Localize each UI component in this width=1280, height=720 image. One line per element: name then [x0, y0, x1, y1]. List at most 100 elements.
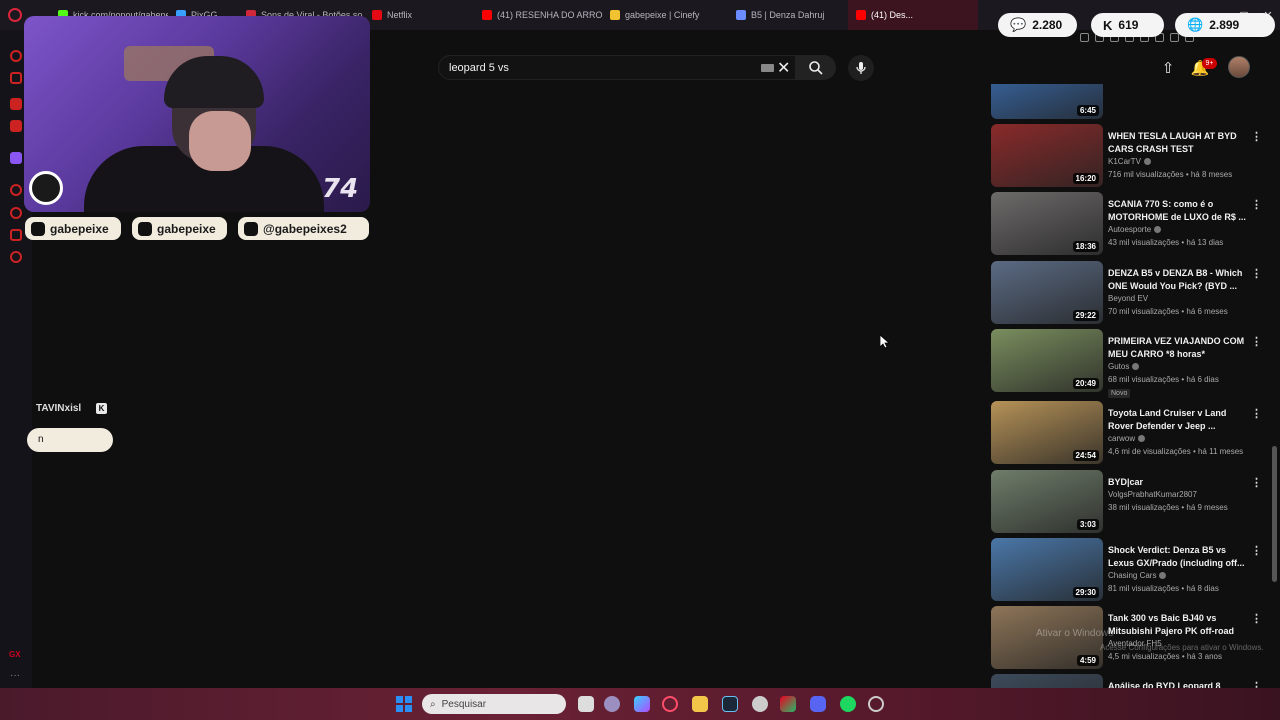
counter-value: 2.280: [1032, 18, 1063, 32]
folder-icon[interactable]: [692, 696, 708, 712]
file-explorer-icon[interactable]: [578, 696, 594, 712]
streamer-face: [189, 111, 251, 171]
search-input[interactable]: [449, 60, 749, 76]
video-title[interactable]: SCANIA 770 S: como é o MOTORHOME de LUXO…: [1108, 198, 1246, 224]
video-views: 716 mil visualizações: [1108, 170, 1184, 179]
video-title[interactable]: Shock Verdict: Denza B5 vs Lexus GX/Prad…: [1108, 544, 1246, 570]
sidebar-player-icon[interactable]: [10, 184, 22, 196]
taskbar-search[interactable]: ⌕ Pesquisar: [422, 694, 566, 714]
counter-value: 619: [1118, 18, 1139, 32]
browser-tab[interactable]: Netflix: [364, 0, 474, 30]
video-channel[interactable]: carwow: [1108, 434, 1146, 443]
video-title[interactable]: DENZA B5 v DENZA B8 - Which ONE Would Yo…: [1108, 267, 1246, 293]
social-handle: @gabepeixes2: [263, 221, 347, 236]
toolbar-icon[interactable]: [1170, 32, 1179, 42]
video-thumbnail[interactable]: 18:36: [991, 192, 1103, 255]
video-views: 70 mil visualizações: [1108, 307, 1180, 316]
video-thumbnail[interactable]: 3:03: [991, 470, 1103, 533]
discord-icon[interactable]: [810, 696, 826, 712]
social-handle: gabepeixe: [157, 221, 216, 236]
browser-tab[interactable]: gabepeixe | Cinefy: [602, 0, 728, 30]
browser-tab[interactable]: (41) Des...: [848, 0, 978, 30]
browser-tab[interactable]: (41) RESENHA DO ARROC...: [474, 0, 602, 30]
video-age: há 9 meses: [1186, 503, 1228, 512]
twitch-chat-icon: 💬: [1010, 17, 1027, 32]
kick-icon: K: [1103, 17, 1113, 33]
video-thumbnail[interactable]: 24:54: [991, 401, 1103, 464]
video-title[interactable]: Toyota Land Cruiser v Land Rover Defende…: [1108, 407, 1246, 433]
video-thumbnail[interactable]: 16:20: [991, 124, 1103, 187]
more-options-icon[interactable]: ⋮: [1251, 680, 1262, 688]
app-icon[interactable]: [752, 696, 768, 712]
sidebar-history-icon[interactable]: [10, 207, 22, 219]
video-channel[interactable]: Autoesporte: [1108, 225, 1162, 234]
more-options-icon[interactable]: ⋮: [1251, 476, 1262, 489]
sidebar-mail-icon[interactable]: [10, 120, 22, 132]
sidebar-bag-icon[interactable]: [10, 72, 22, 84]
video-thumbnail[interactable]: 20:49: [991, 329, 1103, 392]
upload-icon[interactable]: ⇧: [1158, 58, 1178, 78]
video-views: 4,6 mi de visualizações: [1108, 447, 1191, 456]
toolbar-icon[interactable]: [1080, 32, 1089, 42]
video-thumbnail[interactable]: [991, 674, 1103, 688]
sidebar-more-icon[interactable]: ···: [10, 670, 20, 681]
more-options-icon[interactable]: ⋮: [1251, 198, 1262, 211]
video-duration: 20:49: [1072, 378, 1099, 389]
video-age: há 3 anos: [1186, 652, 1222, 661]
meta-separator: •: [1179, 652, 1187, 661]
video-meta: 68 mil visualizações • há 6 dias: [1108, 375, 1219, 384]
account-avatar[interactable]: [1228, 56, 1250, 78]
sidebar-extensions-icon[interactable]: [10, 229, 22, 241]
browser-tab[interactable]: B5 | Denza Dahruj: [728, 0, 848, 30]
video-age: há 8 meses: [1190, 170, 1233, 179]
sidebar-settings-icon[interactable]: [10, 251, 22, 263]
channel-name: Autoesporte: [1108, 225, 1152, 234]
video-age: há 6 meses: [1186, 307, 1228, 316]
copilot-icon[interactable]: [634, 696, 650, 712]
new-badge: Novo: [1108, 389, 1131, 398]
video-duration: 18:36: [1072, 241, 1099, 252]
steam-icon[interactable]: [722, 696, 738, 712]
clear-search-icon[interactable]: ✕: [777, 58, 790, 78]
channel-name: K1CarTV: [1108, 157, 1141, 166]
opera-gx-taskbar-icon[interactable]: [662, 696, 678, 712]
start-button[interactable]: [396, 696, 412, 712]
video-channel[interactable]: Gutos: [1108, 362, 1140, 371]
more-options-icon[interactable]: ⋮: [1251, 612, 1262, 625]
search-button[interactable]: [796, 55, 836, 80]
video-channel[interactable]: Chasing Cars: [1108, 571, 1167, 580]
video-title[interactable]: PRIMEIRA VEZ VIAJANDO COM MEU CARRO *8 h…: [1108, 335, 1246, 361]
more-options-icon[interactable]: ⋮: [1251, 335, 1262, 348]
more-options-icon[interactable]: ⋮: [1251, 544, 1262, 557]
video-title[interactable]: BYD|car: [1108, 476, 1246, 489]
sidebar-opera-ai-icon[interactable]: [10, 50, 22, 62]
keyboard-icon[interactable]: [761, 64, 774, 72]
video-title[interactable]: WHEN TESLA LAUGH AT BYD CARS CRASH TEST: [1108, 130, 1246, 156]
channel-name: Chasing Cars: [1108, 571, 1157, 580]
video-channel[interactable]: K1CarTV: [1108, 157, 1151, 166]
more-options-icon[interactable]: ⋮: [1251, 407, 1262, 420]
scrollbar[interactable]: [1272, 446, 1277, 582]
social-instagram: gabepeixe: [132, 217, 227, 240]
voice-search-button[interactable]: [848, 55, 874, 81]
sidebar-twitch-icon[interactable]: [10, 152, 22, 164]
video-thumbnail[interactable]: 29:30: [991, 538, 1103, 601]
video-channel[interactable]: VolgsPrabhatKumar2807: [1108, 490, 1197, 499]
video-duration: 24:54: [1072, 450, 1099, 461]
app-icon[interactable]: [868, 696, 884, 712]
video-channel[interactable]: Beyond EV: [1108, 294, 1148, 303]
channel-name: Gutos: [1108, 362, 1130, 371]
video-title[interactable]: Tank 300 vs Baic BJ40 vs Mitsubishi Paje…: [1108, 612, 1246, 638]
video-thumbnail[interactable]: 29:22: [991, 261, 1103, 324]
meta-separator: •: [1183, 170, 1191, 179]
video-thumbnail[interactable]: 6:45: [991, 84, 1103, 119]
more-options-icon[interactable]: ⋮: [1251, 130, 1262, 143]
sidebar-messenger-icon[interactable]: [10, 98, 22, 110]
app-icon[interactable]: [604, 696, 620, 712]
app-icon[interactable]: [780, 696, 796, 712]
video-views: 43 mil visualizações: [1108, 238, 1180, 247]
windows-taskbar: ⌕ Pesquisar: [0, 688, 1280, 720]
video-title[interactable]: Análise do BYD Leopard 8 PHEV: [1108, 680, 1246, 688]
more-options-icon[interactable]: ⋮: [1251, 267, 1262, 280]
spotify-icon[interactable]: [840, 696, 856, 712]
